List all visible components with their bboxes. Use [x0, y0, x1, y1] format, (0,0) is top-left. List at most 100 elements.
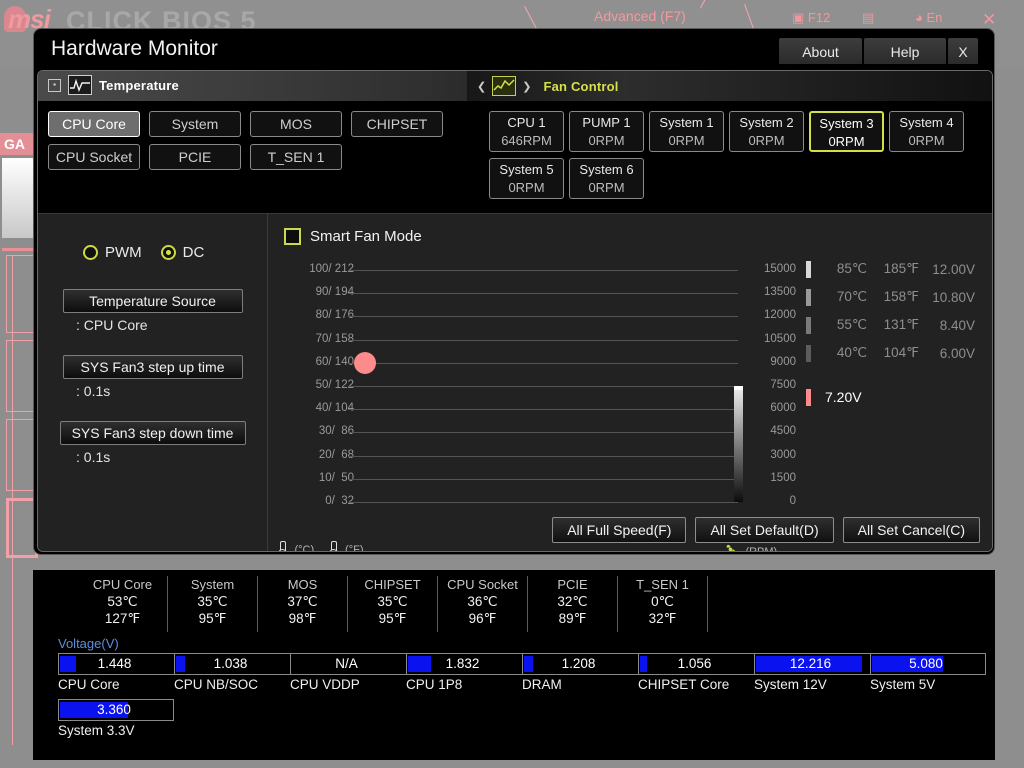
radio-dc[interactable]	[160, 245, 176, 260]
voltage-cell: 1.832 CPU 1P8	[406, 653, 522, 699]
fan-name: System 4	[899, 115, 954, 130]
about-button[interactable]: About	[779, 38, 862, 64]
radio-pwm-label: PWM	[105, 244, 142, 261]
voltage-section-title: Voltage(V)	[58, 636, 119, 651]
gridline	[348, 455, 738, 457]
legend-voltage: 6.00V	[939, 345, 975, 361]
sensor-fahrenheit: 32℉	[648, 611, 677, 626]
voltage-track: 1.832	[406, 653, 522, 675]
tab-cpu-socket[interactable]: CPU Socket	[48, 144, 140, 170]
help-button[interactable]: Help	[864, 38, 946, 64]
voltage-cell: 3.360 System 3.3V	[58, 699, 174, 745]
fan-curve-pane: Smart Fan Mode 100/ 212 90/ 194 80/ 176 70/…	[268, 214, 992, 552]
tab-t-sen-1[interactable]: T_SEN 1	[250, 144, 342, 170]
rpm-tick: 10500	[764, 332, 796, 345]
all-set-default-button[interactable]: All Set Default(D)	[695, 517, 834, 543]
temperature-tab-row-2: CPU Socket PCIE T_SEN 1	[48, 144, 467, 170]
fan-tab-row-1: CPU 1 646RPM PUMP 1 0RPM System 1 0RPM S…	[489, 111, 992, 152]
fan-name: CPU 1	[507, 115, 546, 130]
chevron-right-icon[interactable]: ❯	[522, 80, 531, 93]
sensor-celsius: 0℃	[651, 594, 674, 609]
voltage-label: CPU Core	[58, 677, 120, 692]
sensor-name: MOS	[287, 577, 318, 592]
step-up-time-button[interactable]: SYS Fan3 step up time	[62, 355, 243, 379]
legend-swatch	[806, 260, 811, 278]
gridline	[348, 502, 738, 503]
tab-cpu-core[interactable]: CPU Core	[48, 111, 140, 137]
voltage-row-1: 1.448 CPU Core 1.038 CPU NB/SOC N/A CPU VDDP 1…	[33, 653, 995, 699]
voltage-cell: 1.448 CPU Core	[58, 653, 174, 699]
gridline	[348, 386, 738, 387]
fan-settings-pane: PWM DC Temperature Source : CPU Core SYS…	[38, 214, 268, 551]
content-area: PWM DC Temperature Source : CPU Core SYS…	[38, 213, 992, 552]
unit-celsius-label: (°C)	[294, 544, 315, 552]
sensor-celsius: 35℃	[197, 594, 228, 609]
sensor-fahrenheit: 127℉	[104, 611, 141, 626]
rpm-tick: 13500	[764, 286, 796, 299]
voltage-cell: 1.208 DRAM	[522, 653, 638, 699]
radio-pwm[interactable]	[83, 245, 98, 260]
chevron-left-icon[interactable]: ❮	[477, 80, 486, 93]
fan-rpm: 0RPM	[668, 133, 705, 148]
sensor-fahrenheit: 96℉	[468, 611, 497, 626]
sensor-name: System	[190, 577, 235, 592]
fan-curve-chart[interactable]: 100/ 212 90/ 194 80/ 176 70/ 158 60/ 140 50/ …	[268, 255, 992, 515]
fan-curve-control-point-1[interactable]	[354, 351, 376, 374]
fan-tab-pump-1[interactable]: PUMP 1 0RPM	[569, 111, 644, 152]
gridline	[348, 293, 738, 295]
smart-fan-mode-checkbox[interactable]	[284, 228, 301, 245]
fan-tab-system-2[interactable]: System 2 0RPM	[729, 111, 804, 152]
sensor-celsius: 35℃	[377, 594, 408, 609]
voltage-track: 3.360	[58, 699, 174, 721]
panel-header-strip: ▪ Temperature ❮ ❯ Fan Control	[38, 71, 992, 101]
sensor-fahrenheit: 95℉	[198, 611, 227, 626]
title-bar-buttons: About Help X	[779, 38, 978, 64]
rpm-tick: 1500	[770, 471, 796, 484]
fan-blade-icon	[723, 542, 737, 551]
tab-mos[interactable]: MOS	[250, 111, 342, 137]
fan-tab-system-6[interactable]: System 6 0RPM	[569, 158, 644, 199]
sensor-name: CPU Socket	[447, 577, 518, 592]
voltage-track: 1.208	[522, 653, 638, 675]
temperature-tick: 20/ 68	[318, 448, 354, 461]
tab-chipset[interactable]: CHIPSET	[351, 111, 443, 137]
voltage-track: 12.216	[754, 653, 870, 675]
sensor-fahrenheit: 98℉	[288, 611, 317, 626]
fan-tab-system-5[interactable]: System 5 0RPM	[489, 158, 564, 199]
voltage-cell: 1.056 CHIPSET Core	[638, 653, 754, 699]
legend-celsius: 85℃	[836, 261, 867, 276]
screenshot-icon: ▣ F12	[792, 10, 831, 25]
sensor-fahrenheit: 95℉	[378, 611, 407, 626]
gridline	[348, 362, 738, 364]
legend-voltage: 12.00V	[932, 261, 975, 277]
voltage-label: CPU VDDP	[290, 677, 360, 692]
fan-tab-cpu-1[interactable]: CPU 1 646RPM	[489, 111, 564, 152]
voltage-cell: 1.038 CPU NB/SOC	[174, 653, 290, 699]
step-down-time-button[interactable]: SYS Fan3 step down time	[59, 421, 246, 445]
rpm-tick: 9000	[770, 355, 796, 368]
voltage-row-2: 3.360 System 3.3V	[33, 699, 995, 745]
fan-tab-system-1[interactable]: System 1 0RPM	[649, 111, 724, 152]
sensor-cell: MOS 37℃ 98℉	[258, 576, 348, 632]
fan-tab-system-4[interactable]: System 4 0RPM	[889, 111, 964, 152]
fan-rpm: 646RPM	[501, 133, 552, 148]
sensor-name: T_SEN 1	[636, 577, 689, 592]
temperature-tick: 30/ 86	[318, 425, 354, 438]
legend-celsius: 40℃	[836, 345, 867, 360]
temperature-source-button[interactable]: Temperature Source	[62, 289, 243, 313]
all-full-speed-button[interactable]: All Full Speed(F)	[552, 517, 687, 543]
all-set-cancel-button[interactable]: All Set Cancel(C)	[842, 517, 980, 543]
collapse-icon[interactable]: ▪	[48, 78, 61, 92]
close-button[interactable]: X	[948, 38, 978, 64]
temperature-source-value: : CPU Core	[76, 317, 148, 333]
fan-rpm: 0RPM	[588, 180, 625, 195]
temperature-panel-header: ▪ Temperature	[48, 75, 179, 95]
voltage-track: 1.448	[58, 653, 174, 675]
tab-pcie[interactable]: PCIE	[149, 144, 241, 170]
fan-tab-system-3[interactable]: System 3 0RPM	[809, 111, 884, 152]
tab-system[interactable]: System	[149, 111, 241, 137]
sensor-cell: CPU Socket 36℃ 96℉	[438, 576, 528, 632]
page-title: Hardware Monitor	[51, 37, 218, 60]
sensor-cell: PCIE 32℃ 89℉	[528, 576, 618, 632]
temperature-tick: 70/ 158	[315, 332, 354, 345]
